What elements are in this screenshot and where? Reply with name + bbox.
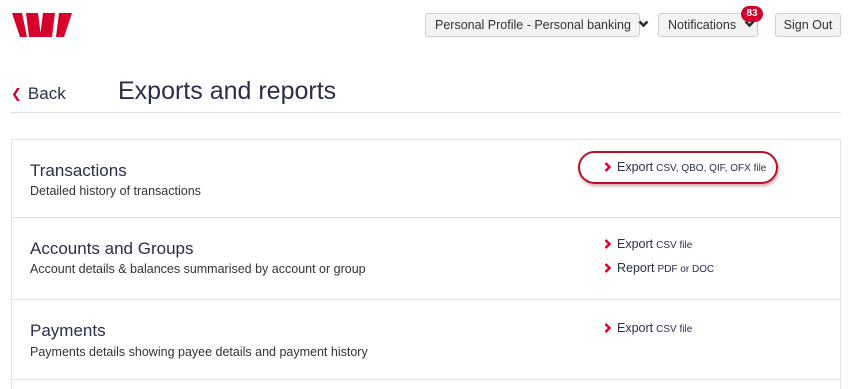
row-title: Accounts and Groups	[30, 239, 194, 258]
notifications-count-badge: 83	[741, 6, 763, 22]
row-description: Account details & balances summarised by…	[30, 262, 366, 276]
chevron-right-icon	[604, 262, 611, 273]
action-verb: Export	[617, 321, 654, 335]
chevron-down-icon	[639, 20, 649, 28]
export-accounts-link[interactable]: Export CSV file	[604, 236, 692, 254]
row-title: Transactions	[30, 161, 127, 180]
action-verb: Report	[617, 261, 655, 275]
action-verb: Export	[617, 237, 654, 251]
profile-label: Personal Profile - Personal banking	[435, 18, 631, 32]
westpac-w-logo[interactable]	[12, 13, 72, 37]
profile-dropdown-button[interactable]: Personal Profile - Personal banking	[425, 13, 649, 37]
report-accounts-link[interactable]: Report PDF or DOC	[604, 260, 714, 278]
action-formats: PDF or DOC	[657, 264, 715, 275]
back-link[interactable]: ❮ Back	[11, 85, 66, 104]
export-payments-link[interactable]: Export CSV file	[604, 320, 692, 338]
top-bar: Personal Profile - Personal banking Noti…	[0, 0, 850, 50]
sign-out-button[interactable]: Sign Out	[775, 13, 841, 37]
action-formats: CSV file	[656, 324, 693, 335]
report-row-accounts-groups: Accounts and Groups Account details & ba…	[12, 218, 840, 300]
chevron-right-icon	[604, 322, 611, 333]
chevron-left-icon: ❮	[11, 86, 22, 101]
highlight-annotation-ring	[578, 151, 778, 184]
page-title: Exports and reports	[118, 77, 337, 105]
action-formats: CSV file	[656, 240, 693, 251]
back-label: Back	[27, 84, 66, 103]
row-description: Payments details showing payee details a…	[30, 345, 368, 359]
row-description: Detailed history of transactions	[30, 184, 201, 198]
notifications-label: Notifications	[668, 18, 737, 32]
chevron-right-icon	[604, 238, 611, 249]
report-row-payments: Payments Payments details showing payee …	[12, 300, 840, 380]
row-title: Payments	[30, 321, 106, 340]
title-divider	[10, 112, 841, 113]
